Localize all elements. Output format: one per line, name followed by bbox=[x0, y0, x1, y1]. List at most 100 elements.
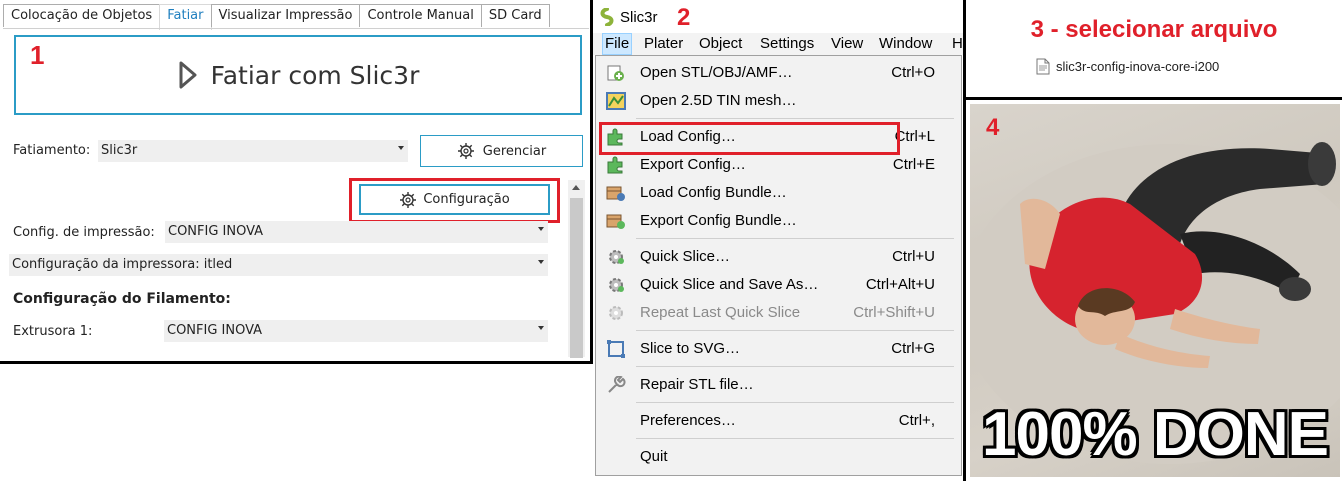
scroll-up-icon[interactable] bbox=[572, 185, 580, 190]
tab-sd-card[interactable]: SD Card bbox=[480, 4, 550, 27]
menu-item-shortcut: Ctrl+L bbox=[894, 128, 935, 145]
menu-item-repair-stl[interactable]: Repair STL file… bbox=[596, 372, 961, 399]
printer-config-value: Configuração da impressora: itled bbox=[12, 257, 233, 272]
scroll-thumb[interactable] bbox=[570, 198, 583, 358]
menu-item-open-stl[interactable]: Open STL/OBJ/AMF… Ctrl+O bbox=[596, 60, 961, 87]
select-file-heading: 3 - selecionar arquivo bbox=[1030, 16, 1278, 43]
filament-heading: Configuração do Filamento: bbox=[13, 291, 231, 307]
menu-item-label: Preferences… bbox=[640, 412, 736, 429]
menu-item-label: Quit bbox=[640, 448, 668, 465]
menu-separator bbox=[636, 330, 954, 331]
menu-object[interactable]: Object bbox=[699, 35, 742, 52]
config-file-item[interactable]: slic3r-config-inova-core-i200 bbox=[1036, 58, 1219, 75]
menu-separator bbox=[636, 402, 954, 403]
meme-photo: 100% DONE bbox=[970, 104, 1340, 477]
menu-item-label: Quick Slice and Save As… bbox=[640, 276, 819, 293]
bundle-load-icon bbox=[606, 186, 625, 201]
slicer-select[interactable]: Slic3r bbox=[98, 140, 408, 162]
tab-manual-control[interactable]: Controle Manual bbox=[359, 4, 482, 27]
meme-panel: 100% DONE 4 bbox=[963, 100, 1342, 481]
bundle-export-icon bbox=[606, 214, 625, 229]
menu-item-export-config[interactable]: Export Config… Ctrl+E bbox=[596, 152, 961, 179]
menu-settings[interactable]: Settings bbox=[760, 35, 814, 52]
cog-icon bbox=[609, 306, 623, 320]
config-file-name: slic3r-config-inova-core-i200 bbox=[1056, 59, 1220, 74]
highlight-load-config bbox=[599, 122, 900, 155]
menu-item-label: Repeat Last Quick Slice bbox=[640, 304, 801, 321]
cog-icon bbox=[609, 250, 624, 264]
svg-icon bbox=[607, 340, 625, 358]
tab-underline bbox=[3, 28, 589, 29]
menu-item-quit[interactable]: Quit bbox=[596, 444, 961, 471]
menu-item-shortcut: Ctrl+U bbox=[892, 248, 935, 265]
menu-item-export-config-bundle[interactable]: Export Config Bundle… bbox=[596, 208, 961, 235]
menu-item-label: Load Config Bundle… bbox=[640, 184, 787, 201]
repetier-slicer-panel: Colocação de Objetos Fatiar Visualizar I… bbox=[0, 0, 593, 364]
file-icon bbox=[1036, 58, 1050, 75]
chevron-down-icon bbox=[538, 260, 544, 264]
open-file-icon bbox=[607, 65, 624, 81]
extruder-label: Extrusora 1: bbox=[13, 324, 93, 339]
meme-caption: 100% DONE bbox=[982, 400, 1329, 469]
menu-item-shortcut: Ctrl+Alt+U bbox=[865, 276, 935, 293]
slic3r-logo-icon bbox=[600, 8, 614, 26]
menu-item-quick-slice[interactable]: Quick Slice… Ctrl+U bbox=[596, 244, 961, 271]
menu-item-shortcut: Ctrl+, bbox=[898, 412, 935, 429]
manage-button[interactable]: Gerenciar bbox=[420, 135, 583, 167]
slicer-label: Fatiamento: bbox=[13, 143, 91, 158]
chevron-down-icon bbox=[538, 326, 544, 330]
tin-mesh-icon bbox=[606, 92, 626, 110]
tab-bar: Colocação de Objetos Fatiar Visualizar I… bbox=[3, 4, 550, 30]
file-menu-dropdown: Open STL/OBJ/AMF… Ctrl+O Open 2.5D TIN m… bbox=[595, 55, 962, 476]
manage-button-label: Gerenciar bbox=[482, 143, 547, 159]
menu-bar: File Plater Object Settings View Window … bbox=[593, 33, 963, 55]
scrollbar[interactable] bbox=[568, 180, 585, 358]
configuration-button[interactable]: Configuração bbox=[359, 184, 550, 215]
menu-window[interactable]: Window bbox=[879, 35, 932, 52]
menu-item-label: Open 2.5D TIN mesh… bbox=[640, 92, 797, 109]
menu-item-slice-to-svg[interactable]: Slice to SVG… Ctrl+G bbox=[596, 336, 961, 363]
menu-item-label: Repair STL file… bbox=[640, 376, 754, 393]
window-title: Slic3r bbox=[620, 9, 658, 26]
print-config-select[interactable]: CONFIG INOVA bbox=[165, 221, 548, 243]
menu-item-repeat-last-quick-slice: Repeat Last Quick Slice Ctrl+Shift+U bbox=[596, 300, 961, 327]
menu-view[interactable]: View bbox=[831, 35, 863, 52]
menu-plater[interactable]: Plater bbox=[644, 35, 683, 52]
step-number-2: 2 bbox=[677, 4, 691, 31]
menu-file[interactable]: File bbox=[602, 33, 633, 55]
menu-item-quick-slice-save-as[interactable]: Quick Slice and Save As… Ctrl+Alt+U bbox=[596, 272, 961, 299]
menu-item-shortcut: Ctrl+O bbox=[891, 64, 935, 81]
menu-item-shortcut: Ctrl+G bbox=[891, 340, 935, 357]
select-file-panel: 3 - selecionar arquivo slic3r-config-ino… bbox=[963, 0, 1342, 100]
slice-with-slic3r-button[interactable]: Fatiar com Slic3r bbox=[14, 35, 582, 115]
tab-slice[interactable]: Fatiar bbox=[159, 4, 212, 30]
chevron-down-icon bbox=[538, 227, 544, 231]
print-config-value: CONFIG INOVA bbox=[168, 224, 264, 239]
slic3r-window: Slic3r 2 File Plater Object Settings Vie… bbox=[593, 0, 963, 481]
play-icon bbox=[179, 61, 197, 89]
plugin-icon bbox=[607, 156, 623, 174]
menu-separator bbox=[636, 118, 954, 119]
menu-separator bbox=[636, 366, 954, 367]
menu-item-label: Open STL/OBJ/AMF… bbox=[640, 64, 793, 81]
step-number-4: 4 bbox=[986, 114, 1000, 141]
menu-item-preferences[interactable]: Preferences… Ctrl+, bbox=[596, 408, 961, 435]
extruder-select[interactable]: CONFIG INOVA bbox=[164, 320, 548, 342]
tab-print-preview[interactable]: Visualizar Impressão bbox=[210, 4, 361, 27]
menu-item-load-config-bundle[interactable]: Load Config Bundle… bbox=[596, 180, 961, 207]
print-config-label: Config. de impressão: bbox=[13, 225, 155, 240]
tab-object-placement[interactable]: Colocação de Objetos bbox=[3, 4, 161, 27]
cog-icon bbox=[609, 278, 624, 292]
gear-icon bbox=[457, 143, 474, 159]
menu-item-label: Quick Slice… bbox=[640, 248, 731, 265]
title-bar: Slic3r 2 bbox=[593, 0, 963, 33]
menu-separator bbox=[636, 438, 954, 439]
menu-item-shortcut: Ctrl+E bbox=[892, 156, 935, 173]
printer-config-select[interactable]: Configuração da impressora: itled bbox=[9, 254, 548, 276]
menu-separator bbox=[636, 238, 954, 239]
menu-item-shortcut: Ctrl+Shift+U bbox=[853, 304, 935, 321]
menu-item-label: Slice to SVG… bbox=[640, 340, 741, 357]
menu-item-open-tin-mesh[interactable]: Open 2.5D TIN mesh… bbox=[596, 88, 961, 115]
wrench-icon bbox=[608, 376, 626, 393]
menu-help[interactable]: H bbox=[952, 35, 963, 52]
